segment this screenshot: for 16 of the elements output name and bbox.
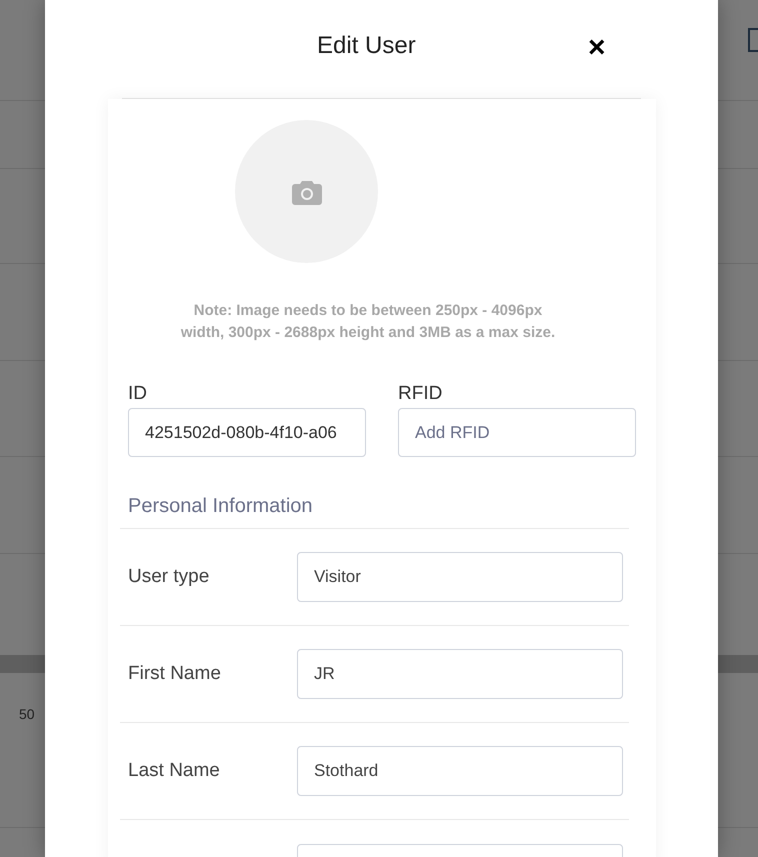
rfid-label: RFID [398,383,444,405]
rfid-field[interactable]: Add RFID [398,408,636,457]
text-field[interactable]: Visitor [297,552,623,602]
page-size-text: 50 [19,705,35,724]
field-label: First Name [127,662,222,686]
section-title: Personal Information [128,494,313,519]
text-field[interactable]: JR [297,649,623,699]
id-field[interactable]: 4251502d-080b-4f10-a06 [128,408,366,457]
field-label: Last Name [127,758,221,783]
text-field[interactable]: Stothard [297,746,623,796]
close-button[interactable]: × [588,33,606,63]
image-note: Note: Image needs to be between 250px - 4096px width, 300px - 2688px height and 3MB as a max size. [180,301,556,343]
camera-icon [292,178,322,204]
id-label: ID [128,383,148,405]
dialog-title: Edit User [317,31,416,61]
field-label: User type [127,564,210,589]
